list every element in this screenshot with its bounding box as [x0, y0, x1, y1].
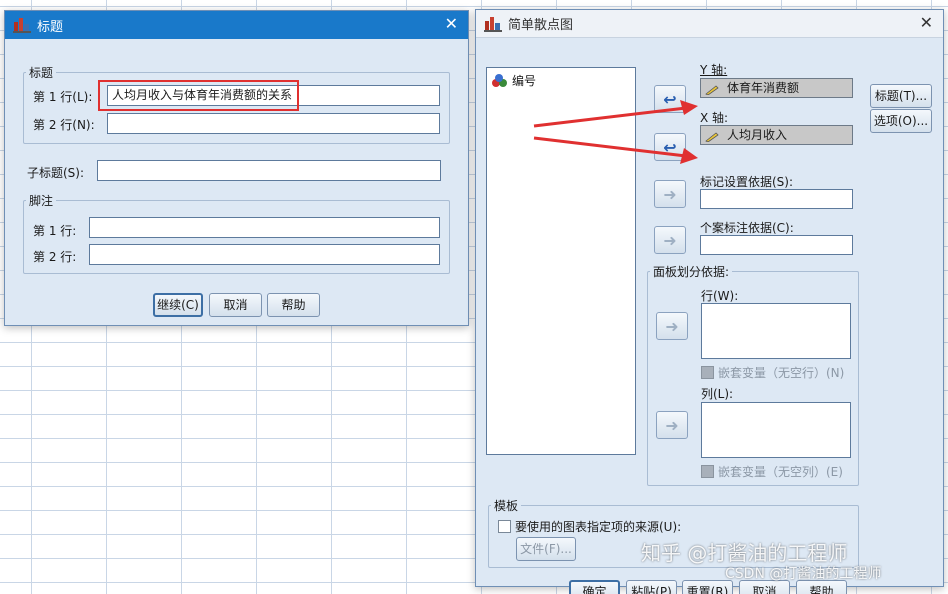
checkbox-box: [701, 465, 714, 478]
paste-button[interactable]: 粘贴(P): [626, 580, 677, 594]
arrow-right-icon: ➜: [663, 230, 677, 250]
move-to-columns-button[interactable]: ➜: [656, 411, 688, 439]
watermark-sub: CSDN @打酱油的工程师: [725, 566, 882, 582]
template-group-legend: 模板: [494, 499, 519, 513]
rows-label: 行(W):: [701, 289, 739, 303]
highlight-annotation: [98, 80, 299, 111]
footnote-line1-label: 第 1 行:: [33, 224, 77, 238]
subtitle-label: 子标题(S):: [27, 166, 85, 180]
spss-app-icon: [13, 16, 31, 34]
dialog-title: 标题: [37, 19, 64, 35]
nest-columns-checkbox[interactable]: 嵌套变量（无空列）(E): [701, 463, 843, 480]
case-label-field[interactable]: [700, 235, 853, 255]
arrow-right-icon: ➜: [663, 184, 677, 204]
nest-rows-checkbox[interactable]: 嵌套变量（无空行）(N): [701, 364, 844, 381]
file-button[interactable]: 文件(F)...: [516, 537, 576, 561]
scatter-dialog-titlebar[interactable]: 简单散点图 ✕: [476, 10, 943, 38]
use-template-checkbox[interactable]: 要使用的图表指定项的来源(U):: [498, 518, 681, 535]
annotation-arrows: [533, 100, 698, 164]
title-dialog: 标题 ✕ 标题 第 1 行(L): 人均月收入与体育年消费额的关系 第 2 行(…: [4, 10, 469, 326]
footnote-group-legend: 脚注: [29, 194, 54, 208]
move-to-rows-button[interactable]: ➜: [656, 312, 688, 340]
title-line2-input[interactable]: [107, 113, 440, 134]
move-to-marker-button[interactable]: ➜: [654, 180, 686, 208]
ok-button[interactable]: 确定: [569, 580, 620, 594]
cancel-button[interactable]: 取消: [209, 293, 262, 317]
spss-app-icon: [484, 15, 502, 33]
x-axis-value: 人均月收入: [727, 128, 788, 142]
variable-name: 编号: [512, 74, 537, 88]
title-dialog-body: 标题 第 1 行(L): 人均月收入与体育年消费额的关系 第 2 行(N): 子…: [5, 39, 468, 326]
watermark-main: 知乎 @打酱油的工程师: [641, 541, 848, 565]
arrow-right-icon: ➜: [665, 316, 679, 336]
checkbox-box: [701, 366, 714, 379]
nest-rows-label: 嵌套变量（无空行）(N): [718, 366, 845, 380]
y-axis-value: 体育年消费额: [727, 81, 800, 95]
title-group-legend: 标题: [29, 66, 54, 80]
y-axis-label: Y 轴:: [700, 63, 728, 77]
columns-list[interactable]: [701, 402, 851, 458]
use-template-label: 要使用的图表指定项的来源(U):: [515, 520, 682, 534]
continue-button[interactable]: 继续(C): [153, 293, 203, 317]
scatter-dialog-body: 编号 ↩ Y 轴: 体育年消费额 ↩ X 轴: 人均月收入 ➜ 标记设置依据(S…: [476, 38, 943, 594]
case-label-label: 个案标注依据(C):: [700, 221, 794, 235]
nest-columns-label: 嵌套变量（无空列）(E): [718, 465, 843, 479]
marker-field[interactable]: [700, 189, 853, 209]
dialog-title: 简单散点图: [508, 18, 574, 33]
arrow-right-icon: ➜: [665, 415, 679, 435]
columns-label: 列(L):: [701, 387, 734, 401]
nominal-variable-icon: [492, 73, 508, 88]
options-button[interactable]: 选项(O)...: [870, 109, 932, 133]
close-icon[interactable]: ✕: [920, 14, 933, 32]
marker-label: 标记设置依据(S):: [700, 175, 794, 189]
close-icon[interactable]: ✕: [445, 15, 458, 33]
title-line2-label: 第 2 行(N):: [33, 118, 95, 132]
title-dialog-titlebar[interactable]: 标题 ✕: [5, 11, 468, 39]
list-item[interactable]: 编号: [492, 72, 536, 89]
footnote-line2-input[interactable]: [89, 244, 440, 265]
panel-group-legend: 面板划分依据:: [653, 265, 730, 279]
rows-list[interactable]: [701, 303, 851, 359]
footnote-line2-label: 第 2 行:: [33, 250, 77, 264]
subtitle-input[interactable]: [97, 160, 441, 181]
move-to-case-label-button[interactable]: ➜: [654, 226, 686, 254]
checkbox-box: [498, 520, 511, 533]
footnote-line1-input[interactable]: [89, 217, 440, 238]
scatter-dialog: 简单散点图 ✕ 编号 ↩ Y 轴: 体育年消费额 ↩ X 轴: 人均月收入 ➜ …: [475, 9, 944, 594]
scale-variable-icon: [705, 83, 719, 96]
help-button[interactable]: 帮助: [267, 293, 320, 317]
title-line1-label: 第 1 行(L):: [33, 90, 93, 104]
titles-button[interactable]: 标题(T)...: [870, 84, 932, 108]
